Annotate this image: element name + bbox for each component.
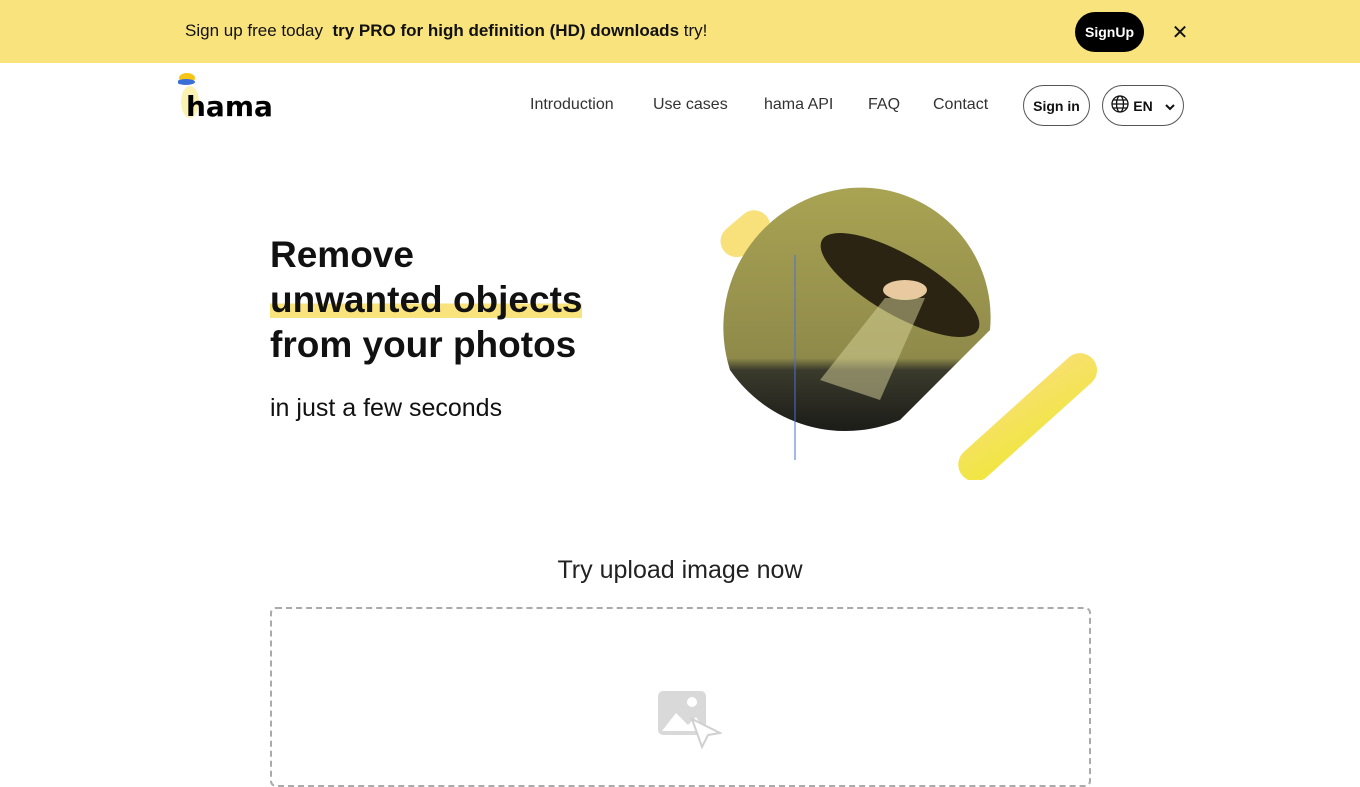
nav-hama-api[interactable]: hama API bbox=[764, 96, 833, 114]
upload-dropzone[interactable] bbox=[270, 607, 1091, 787]
nav-faq[interactable]: FAQ bbox=[868, 96, 900, 114]
nav-use-cases[interactable]: Use cases bbox=[653, 96, 728, 114]
logo-text: hama bbox=[186, 90, 273, 122]
upload-title: Try upload image now bbox=[557, 556, 803, 584]
chevron-down-icon bbox=[1165, 98, 1175, 114]
nav-contact[interactable]: Contact bbox=[933, 96, 988, 114]
hero-subtitle: in just a few seconds bbox=[270, 394, 503, 422]
hero-title: Remove unwanted objects from your photos bbox=[270, 234, 583, 365]
promo-banner: Sign up free today try PRO for high defi… bbox=[0, 0, 1360, 63]
logo[interactable]: hama bbox=[177, 72, 278, 123]
language-label: EN bbox=[1133, 97, 1153, 114]
close-icon[interactable]: ✕ bbox=[1170, 20, 1190, 45]
hero-illustration bbox=[720, 187, 1098, 480]
signup-button[interactable]: SignUp bbox=[1075, 12, 1144, 52]
image-upload-icon bbox=[656, 689, 724, 756]
sign-in-button[interactable]: Sign in bbox=[1023, 85, 1090, 126]
globe-icon bbox=[1111, 95, 1129, 116]
banner-text: Sign up free today try PRO for high defi… bbox=[185, 21, 708, 40]
nav-introduction[interactable]: Introduction bbox=[530, 96, 614, 114]
language-select[interactable]: EN bbox=[1102, 85, 1184, 126]
